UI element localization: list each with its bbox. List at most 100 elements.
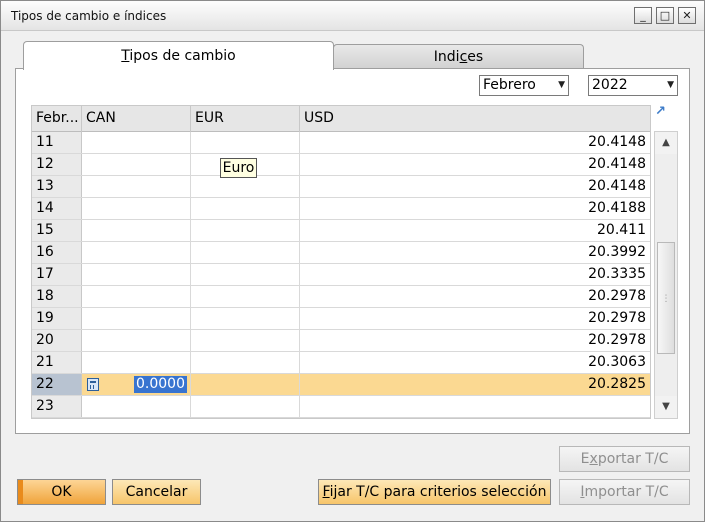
usd-cell[interactable]: 20.4148: [300, 154, 650, 175]
month-select[interactable]: Febrero ▼: [479, 75, 569, 96]
usd-cell[interactable]: 20.3992: [300, 242, 650, 263]
usd-cell[interactable]: 20.4148: [300, 176, 650, 197]
table-row[interactable]: 18 20.2978: [32, 286, 650, 308]
expand-grid-icon[interactable]: ↗: [655, 105, 668, 118]
usd-cell[interactable]: [300, 396, 650, 417]
usd-cell[interactable]: 20.2978: [300, 286, 650, 307]
button-accel-key: x: [589, 451, 598, 467]
column-header-usd[interactable]: USD: [300, 106, 650, 132]
tab-label: es: [467, 49, 484, 65]
eur-cell[interactable]: [191, 374, 300, 395]
eur-cell[interactable]: [191, 330, 300, 351]
eur-cell[interactable]: [191, 198, 300, 219]
usd-cell[interactable]: 20.4148: [300, 132, 650, 153]
can-cell[interactable]: [82, 176, 191, 197]
ok-button[interactable]: OK: [17, 479, 106, 505]
button-label: portar T/C: [597, 451, 669, 467]
can-cell[interactable]: [82, 308, 191, 329]
table-row[interactable]: 14 20.4188: [32, 198, 650, 220]
day-cell: 13: [32, 176, 82, 197]
table-row[interactable]: 12 20.4148: [32, 154, 650, 176]
calculator-icon[interactable]: [87, 378, 99, 391]
usd-cell[interactable]: 20.4188: [300, 198, 650, 219]
tab-indices[interactable]: Indices: [333, 44, 584, 68]
column-header-can[interactable]: CAN: [82, 106, 191, 132]
exchange-rates-window: Tipos de cambio e índices _ □ ✕ Tipos de…: [0, 0, 705, 522]
can-cell[interactable]: [82, 264, 191, 285]
column-header-day[interactable]: Febr...: [32, 106, 82, 132]
minimize-button[interactable]: _: [634, 7, 652, 24]
eur-cell[interactable]: [191, 264, 300, 285]
maximize-button[interactable]: □: [656, 7, 674, 24]
can-cell[interactable]: [82, 154, 191, 175]
can-edit-value[interactable]: 0.0000: [134, 376, 187, 393]
column-tooltip: Euro: [220, 158, 257, 178]
tab-exchange-rates[interactable]: Tipos de cambio: [23, 41, 334, 70]
day-cell: 11: [32, 132, 82, 153]
can-cell[interactable]: [82, 286, 191, 307]
table-row[interactable]: 20 20.2978: [32, 330, 650, 352]
year-value: 2022: [592, 77, 628, 93]
scroll-down-icon[interactable]: ▼: [655, 396, 677, 418]
button-accel-key: F: [322, 484, 330, 500]
dropdown-arrow-icon: ▼: [667, 80, 674, 90]
usd-cell[interactable]: 20.2825: [300, 374, 650, 395]
day-cell: 16: [32, 242, 82, 263]
cancel-button[interactable]: Cancelar: [112, 479, 201, 505]
import-rates-button[interactable]: Importar T/C: [559, 479, 690, 505]
set-rates-criteria-button[interactable]: Fijar T/C para criterios selección: [318, 479, 551, 505]
can-cell[interactable]: [82, 220, 191, 241]
can-cell[interactable]: [82, 330, 191, 351]
window-title: Tipos de cambio e índices: [11, 9, 167, 23]
usd-cell[interactable]: 20.3063: [300, 352, 650, 373]
can-cell[interactable]: [82, 352, 191, 373]
can-cell[interactable]: [82, 132, 191, 153]
eur-cell[interactable]: [191, 308, 300, 329]
eur-cell[interactable]: [191, 286, 300, 307]
can-cell[interactable]: [82, 396, 191, 417]
table-row-selected[interactable]: 22 0.0000 20.2825: [32, 374, 650, 396]
tab-label: ipos de cambio: [129, 48, 236, 64]
eur-cell[interactable]: [191, 396, 300, 417]
table-row[interactable]: 19 20.2978: [32, 308, 650, 330]
table-row[interactable]: 21 20.3063: [32, 352, 650, 374]
month-value: Febrero: [483, 77, 536, 93]
usd-cell[interactable]: 20.2978: [300, 330, 650, 351]
table-row[interactable]: 15 20.411: [32, 220, 650, 242]
scroll-up-icon[interactable]: ▲: [655, 132, 677, 154]
vertical-scrollbar[interactable]: ▲ ⋮ ▼: [654, 131, 678, 419]
dropdown-arrow-icon: ▼: [558, 80, 565, 90]
usd-cell[interactable]: 20.2978: [300, 308, 650, 329]
can-cell-editing[interactable]: 0.0000: [82, 374, 191, 395]
export-rates-button[interactable]: Exportar T/C: [559, 446, 690, 472]
day-cell: 23: [32, 396, 82, 417]
button-label: E: [580, 451, 590, 467]
table-row[interactable]: 13 20.4148: [32, 176, 650, 198]
day-cell: 15: [32, 220, 82, 241]
can-cell[interactable]: [82, 198, 191, 219]
close-button[interactable]: ✕: [678, 7, 696, 24]
day-cell: 19: [32, 308, 82, 329]
eur-cell[interactable]: [191, 242, 300, 263]
usd-cell[interactable]: 20.3335: [300, 264, 650, 285]
eur-cell[interactable]: [191, 352, 300, 373]
can-cell[interactable]: [82, 242, 191, 263]
table-row[interactable]: 11 20.4148: [32, 132, 650, 154]
year-select[interactable]: 2022 ▼: [588, 75, 678, 96]
day-cell: 20: [32, 330, 82, 351]
table-row[interactable]: 16 20.3992: [32, 242, 650, 264]
day-cell: 17: [32, 264, 82, 285]
eur-cell[interactable]: [191, 132, 300, 153]
day-cell: 21: [32, 352, 82, 373]
scroll-thumb[interactable]: ⋮: [657, 242, 675, 354]
table-row[interactable]: 23: [32, 396, 650, 418]
button-label: mportar T/C: [584, 484, 669, 500]
grid-header: Febr... CAN EUR USD: [32, 106, 650, 132]
eur-cell[interactable]: [191, 176, 300, 197]
column-header-eur[interactable]: EUR: [191, 106, 300, 132]
table-row[interactable]: 17 20.3335: [32, 264, 650, 286]
usd-cell[interactable]: 20.411: [300, 220, 650, 241]
eur-cell[interactable]: [191, 220, 300, 241]
tab-label: Indi: [433, 49, 460, 65]
title-bar: Tipos de cambio e índices _ □ ✕: [1, 1, 704, 31]
